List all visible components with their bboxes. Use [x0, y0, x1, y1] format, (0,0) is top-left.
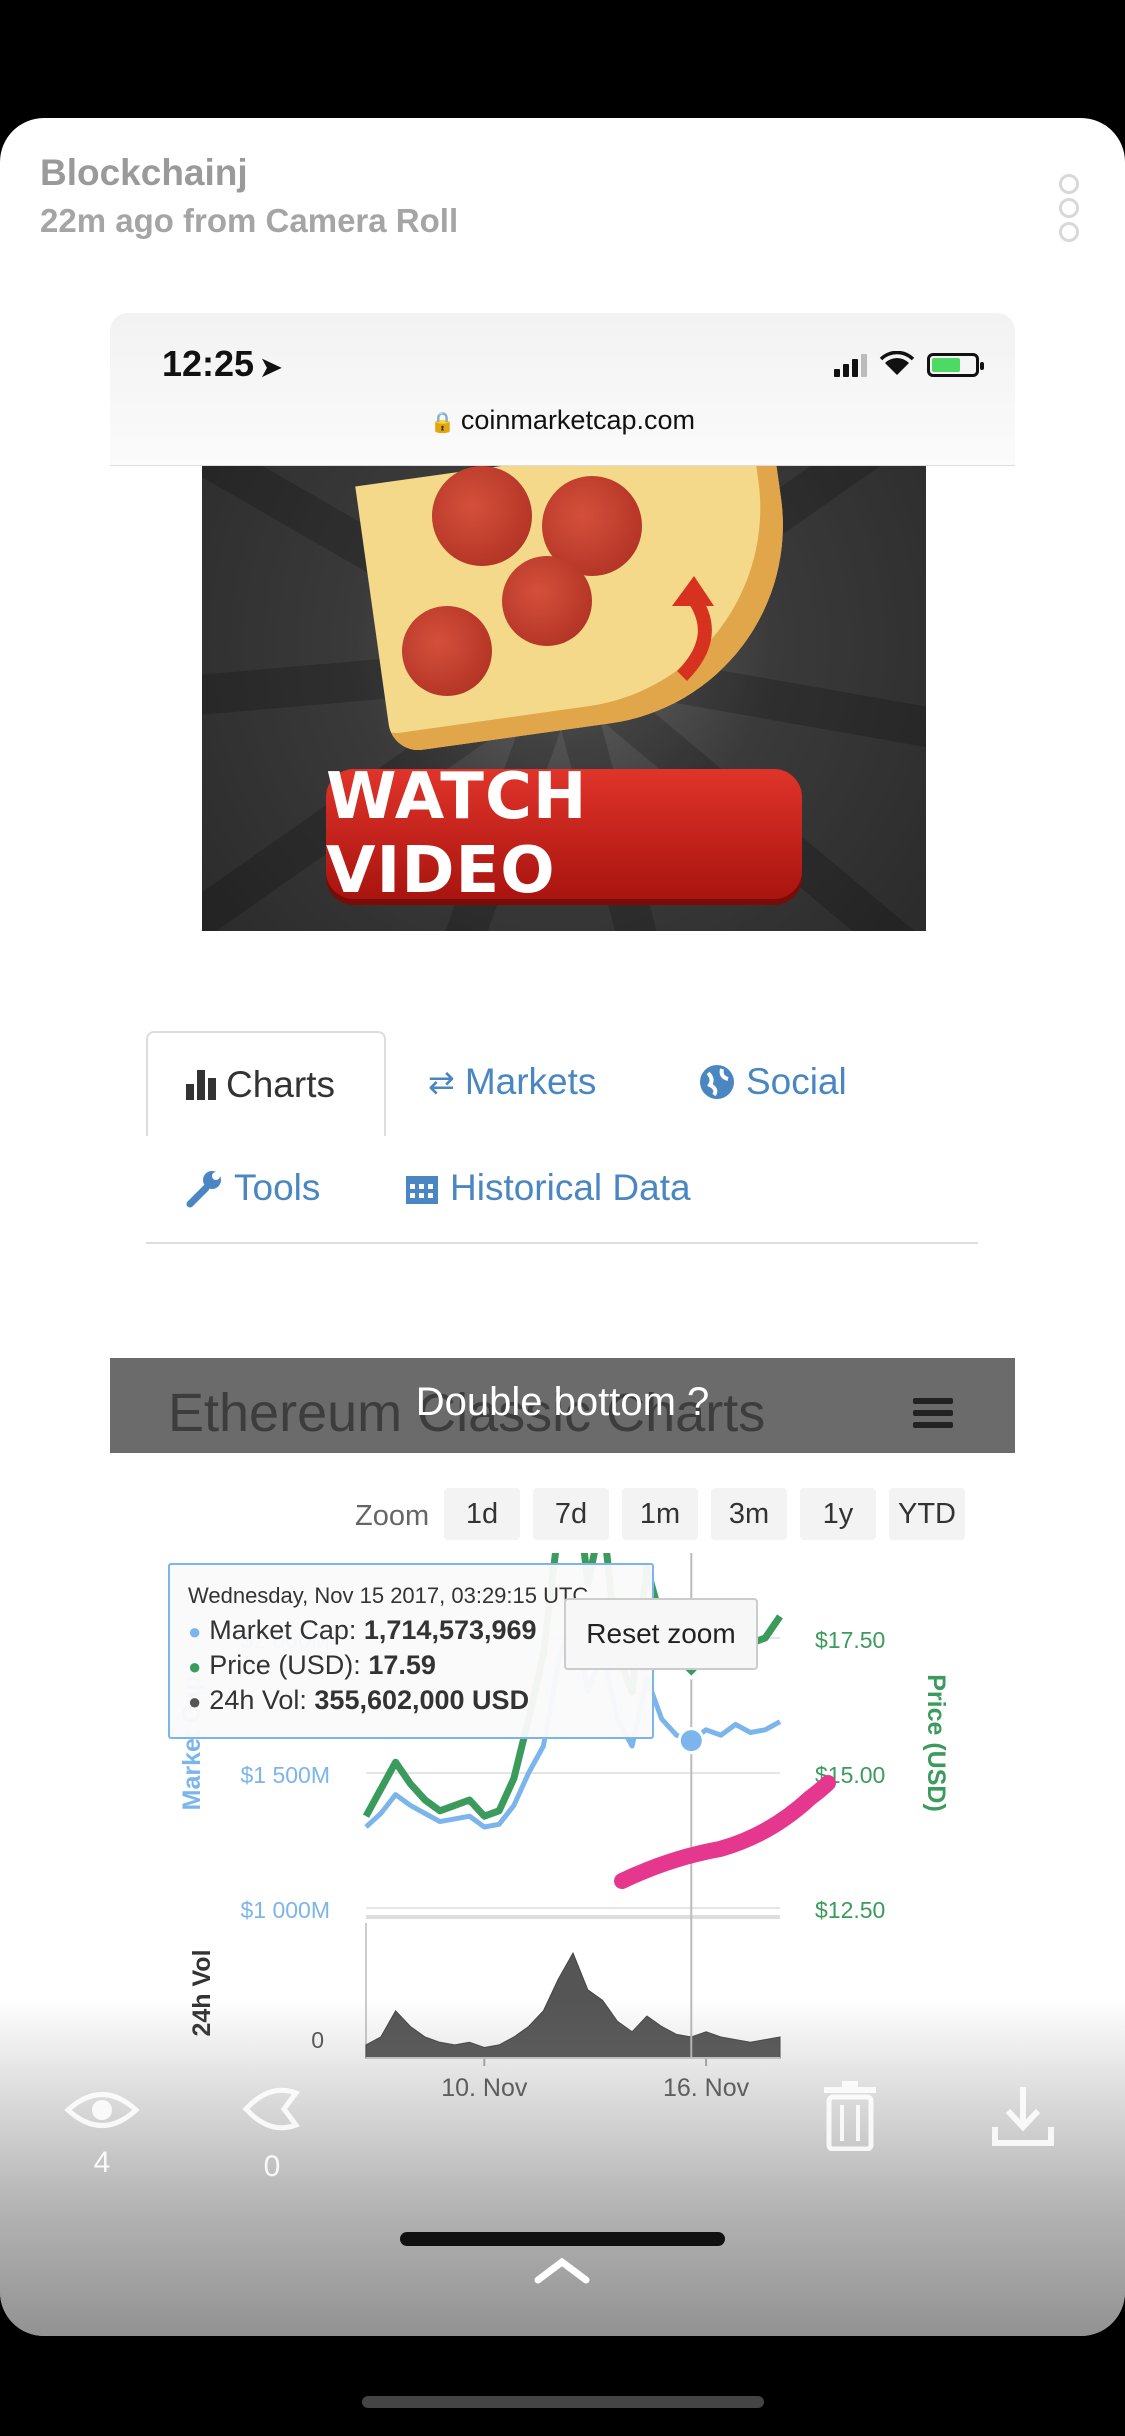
zoom-1d-button[interactable]: 1d [444, 1488, 520, 1540]
eye-icon [64, 2092, 140, 2128]
zoom-7d-button[interactable]: 7d [533, 1488, 609, 1540]
story-card: Blockchainj 22m ago from Camera Roll 12:… [0, 118, 1125, 2336]
tab-social-label: Social [746, 1061, 847, 1102]
url-bar[interactable]: 🔒 coinmarketcap.com [110, 405, 1015, 436]
tab-historical-label: Historical Data [450, 1167, 691, 1208]
tab-charts[interactable]: Charts [146, 1031, 386, 1136]
tooltip-volume: ● 24h Vol: 355,602,000 USD [188, 1685, 530, 1715]
calendar-icon [406, 1176, 438, 1204]
status-time: 12:25 ➤ [162, 343, 282, 384]
save-button[interactable] [990, 2083, 1056, 2154]
zoom-3m-button[interactable]: 3m [711, 1488, 787, 1540]
bar-chart-icon [186, 1069, 216, 1100]
zoom-1m-button[interactable]: 1m [622, 1488, 698, 1540]
left-axis-tick: $1 000M [240, 1897, 330, 1923]
battery-icon [927, 353, 984, 377]
trash-icon [824, 2081, 876, 2152]
status-icons [834, 351, 984, 377]
tab-markets-label: Markets [464, 1061, 597, 1102]
views-button[interactable]: 4 [62, 2085, 142, 2180]
swipe-up-chevron-icon[interactable] [532, 2250, 592, 2290]
screenshots-count: 0 [263, 2150, 281, 2183]
ios-status-bar: 12:25 ➤ 🔒 coinmarketcap.com [110, 313, 1015, 466]
tab-tools[interactable]: Tools [184, 1167, 320, 1209]
zoom-ytd-button[interactable]: YTD [889, 1488, 965, 1540]
right-axis-tick: $17.50 [815, 1627, 885, 1653]
coin-tabs: Charts ⇄ Markets Social Tools Historical… [146, 1031, 978, 1244]
home-indicator [362, 2396, 764, 2408]
story-title[interactable]: Blockchainj [40, 152, 458, 194]
left-axis-tick: $1 500M [240, 1762, 330, 1788]
screenshot-fish-icon [242, 2087, 300, 2131]
location-arrow-icon: ➤ [260, 352, 282, 382]
curved-arrow-icon [672, 576, 714, 681]
wrench-icon [186, 1171, 221, 1208]
market-cap-hover-point [677, 1727, 705, 1755]
cellular-signal-icon [834, 354, 867, 377]
watch-video-button[interactable]: WATCH VIDEO [326, 760, 802, 908]
annotation-pink-line [614, 1775, 836, 1889]
wifi-icon [879, 351, 915, 375]
right-axis-label: Price (USD) [922, 1674, 950, 1812]
story-header: Blockchainj 22m ago from Camera Roll [40, 152, 458, 240]
chart-menu-icon[interactable] [913, 1398, 953, 1434]
screenshots-button[interactable]: 0 [232, 2079, 312, 2184]
zoom-controls: Zoom 1d 7d 1m 3m 1y YTD [110, 1488, 1015, 1540]
globe-icon [700, 1065, 734, 1099]
tab-charts-label: Charts [226, 1063, 335, 1105]
inner-home-indicator [400, 2232, 725, 2246]
screenshot-image: 12:25 ➤ 🔒 coinmarketcap.com WATCH VIDEO … [110, 313, 1015, 2213]
lock-icon: 🔒 [430, 412, 455, 434]
snap-caption: Double bottom ? [415, 1380, 710, 1424]
views-count: 4 [93, 2146, 111, 2179]
story-subtitle: 22m ago from Camera Roll [40, 202, 459, 239]
download-icon [992, 2087, 1054, 2146]
right-axis-tick: $12.50 [815, 1897, 885, 1923]
tab-social[interactable]: Social [698, 1061, 847, 1103]
zoom-1y-button[interactable]: 1y [800, 1488, 876, 1540]
reset-zoom-button[interactable]: Reset zoom [564, 1598, 758, 1670]
tab-tools-label: Tools [234, 1167, 321, 1208]
delete-button[interactable] [820, 2079, 880, 2156]
ad-banner[interactable]: WATCH VIDEO [202, 466, 926, 931]
zoom-label: Zoom [355, 1500, 430, 1532]
url-text: coinmarketcap.com [460, 405, 695, 435]
tab-markets[interactable]: ⇄ Markets [428, 1061, 596, 1103]
chart-header: Ethereum Classic Charts Double bottom ? [110, 1358, 1015, 1453]
tab-historical-data[interactable]: Historical Data [404, 1167, 691, 1209]
more-options-icon[interactable] [1059, 174, 1081, 246]
exchange-arrows-icon: ⇄ [428, 1064, 455, 1100]
